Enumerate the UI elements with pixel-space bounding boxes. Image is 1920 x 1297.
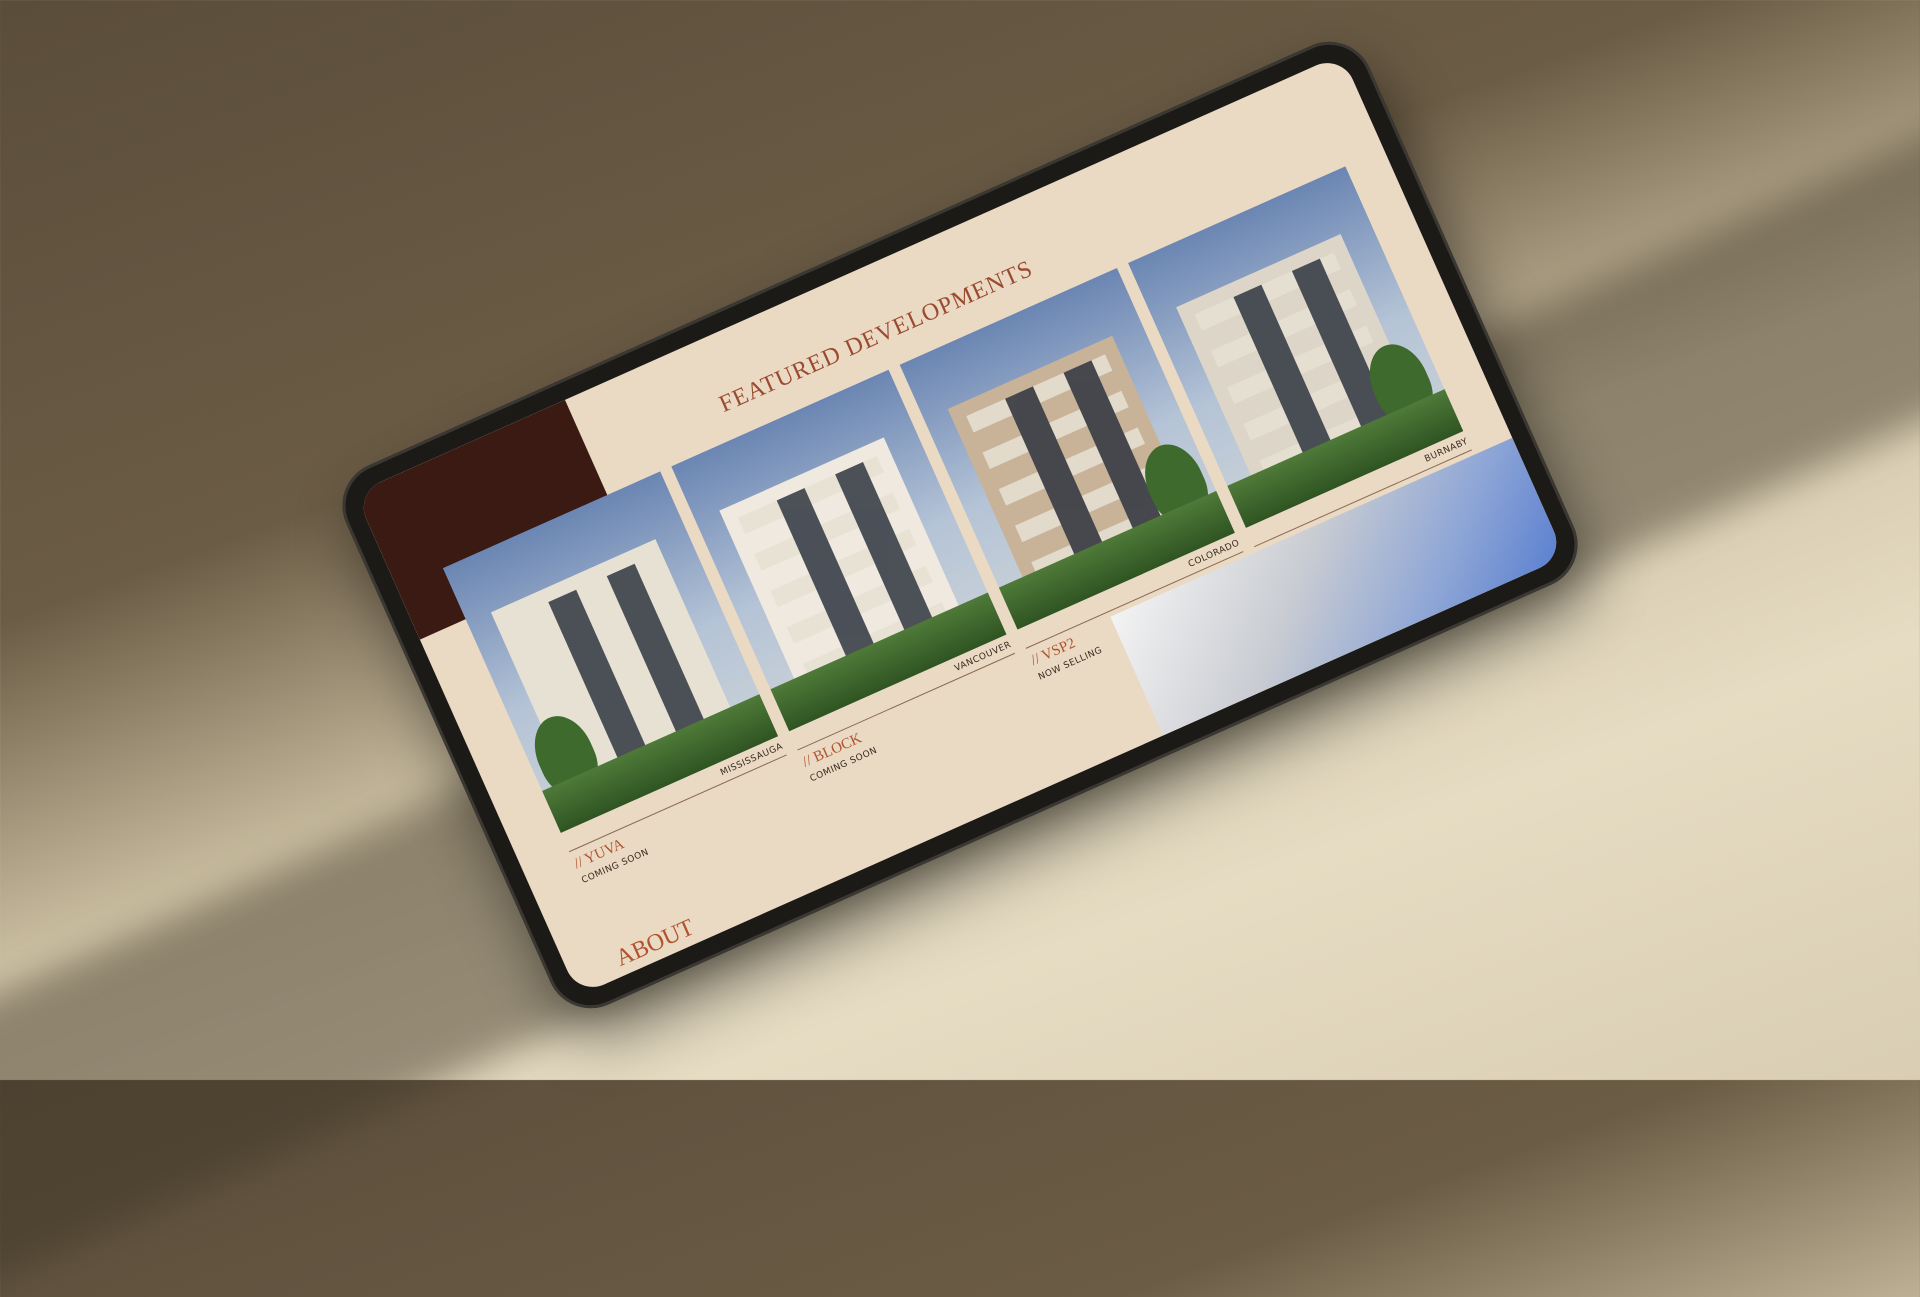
tablet-screen: FEATURED DEVELOPMENTS MISSISSAUGA // YUV… xyxy=(354,54,1566,996)
tablet-device: FEATURED DEVELOPMENTS MISSISSAUGA // YUV… xyxy=(328,27,1592,1023)
